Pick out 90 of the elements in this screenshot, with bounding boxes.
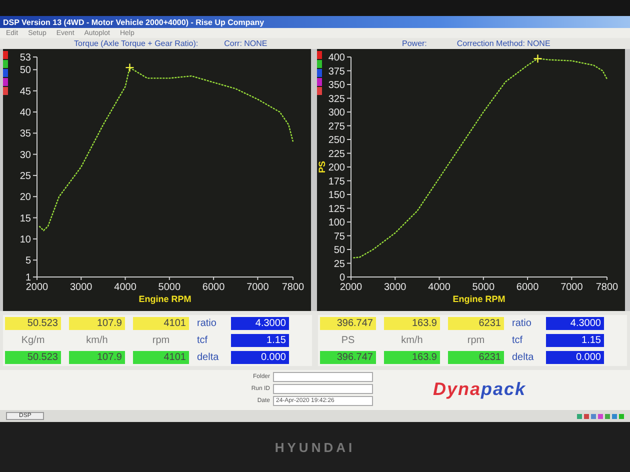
axis-tick-label: 325 bbox=[328, 94, 345, 105]
axis-tick-label: 175 bbox=[328, 176, 345, 188]
value-field: 6231 bbox=[448, 350, 504, 364]
value-field: 396.747 bbox=[320, 350, 376, 364]
axis-tick-label: 20 bbox=[20, 192, 31, 204]
axis-tick-label: 25 bbox=[334, 258, 345, 270]
cursor-crosshair bbox=[533, 54, 542, 64]
axis-tick-label: 150 bbox=[328, 190, 345, 201]
axis-tick-label: 2000 bbox=[26, 282, 48, 293]
chart-heading: Torque (Axle Torque + Gear Ratio): bbox=[74, 39, 198, 48]
axis-tick-label: 0 bbox=[339, 272, 345, 284]
axis-tick-label: 200 bbox=[328, 162, 345, 174]
axis-tick-label: 5 bbox=[25, 256, 31, 267]
axis-tick-label: 225 bbox=[328, 148, 345, 160]
axis-tick-label: 50 bbox=[20, 65, 31, 76]
brand-logo: Dynapack bbox=[433, 378, 526, 400]
axis-tick-label: 7800 bbox=[282, 282, 304, 293]
axis-tick-label: 6000 bbox=[202, 282, 225, 293]
unit-label: Kg/m bbox=[20, 334, 46, 346]
unit-label: km/h bbox=[85, 334, 109, 346]
param-label: delta bbox=[197, 352, 220, 363]
system-tray-icon[interactable] bbox=[577, 414, 624, 418]
cursor-crosshair bbox=[125, 62, 134, 72]
legend-swatch-drawing bbox=[3, 51, 8, 95]
param-label: tcf bbox=[197, 335, 209, 346]
axis-tick-label: 45 bbox=[20, 86, 31, 98]
correction-label: Corr: NONE bbox=[224, 39, 268, 48]
axis-tick-label: 40 bbox=[20, 108, 31, 118]
axis-tick-label: 400 bbox=[328, 52, 345, 64]
axis-tick-label: 15 bbox=[20, 213, 31, 224]
param-field: 1.15 bbox=[231, 334, 289, 347]
axis-tick-label: 350 bbox=[328, 80, 345, 91]
axis-title: Engine RPM bbox=[138, 294, 192, 304]
value-field: 163.9 bbox=[384, 317, 440, 330]
axis-tick-label: 35 bbox=[20, 128, 31, 140]
unit-label: rpm bbox=[466, 334, 486, 346]
axis-tick-label: 7000 bbox=[560, 282, 583, 293]
axis-tick-label: 10 bbox=[20, 234, 31, 246]
window-title: DSP Version 13 (4WD - Motor Vehicle 2000+4000) - Rise Up Company bbox=[3, 18, 264, 26]
value-field: 396.747 bbox=[320, 317, 376, 330]
unit-label: PS bbox=[340, 334, 356, 346]
param-label: ratio bbox=[197, 318, 218, 329]
value-field: 50.523 bbox=[5, 317, 61, 330]
axis-tick-label: 2000 bbox=[340, 282, 362, 293]
monitor-brand: HYUNDAI bbox=[274, 440, 356, 454]
axis-tick-label: 3000 bbox=[384, 282, 406, 293]
param-field: 0.000 bbox=[546, 351, 604, 364]
axis-tick-label: 75 bbox=[334, 231, 345, 242]
param-label: delta bbox=[512, 352, 535, 363]
value-field: 107.9 bbox=[69, 317, 125, 330]
unit-label: km/h bbox=[400, 334, 424, 346]
text-field[interactable] bbox=[273, 372, 373, 382]
axis-tick-label: 50 bbox=[334, 245, 345, 256]
text-field[interactable] bbox=[273, 384, 373, 394]
axis-tick-label: 375 bbox=[328, 66, 345, 78]
unit-label: rpm bbox=[151, 334, 171, 346]
param-field: 4.3000 bbox=[546, 317, 604, 330]
axis-tick-label: 250 bbox=[328, 135, 345, 146]
axis-title: PS bbox=[317, 161, 327, 173]
axis-tick-label: 30 bbox=[20, 150, 31, 161]
axis-tick-label: 4000 bbox=[114, 282, 136, 293]
param-field: 4.3000 bbox=[231, 317, 289, 330]
axis-tick-label: 100 bbox=[328, 218, 345, 228]
axis-tick-label: 275 bbox=[328, 121, 345, 132]
axis-tick-label: 7000 bbox=[246, 282, 269, 293]
param-label: tcf bbox=[512, 335, 524, 346]
legend-swatch-drawing bbox=[317, 51, 322, 95]
axis-tick-label: 3000 bbox=[70, 282, 92, 293]
value-field: 4101 bbox=[133, 350, 189, 364]
axis-tick-label: 6000 bbox=[516, 282, 539, 293]
axis-tick-label: 5000 bbox=[472, 282, 495, 293]
param-label: ratio bbox=[512, 318, 532, 329]
value-field: 50.523 bbox=[5, 350, 61, 364]
axis-title: Engine RPM bbox=[452, 294, 506, 304]
value-field: 6231 bbox=[448, 317, 504, 330]
param-field: 1.15 bbox=[546, 334, 604, 347]
axis-tick-label: 5000 bbox=[158, 282, 181, 293]
chart-heading: Power: bbox=[402, 39, 427, 48]
axis-tick-label: 25 bbox=[20, 170, 31, 182]
correction-label: Correction Method: NONE bbox=[456, 39, 550, 48]
param-field: 0.000 bbox=[231, 351, 289, 364]
axis-tick-label: 53 bbox=[20, 52, 31, 64]
axis-tick-label: 300 bbox=[328, 108, 345, 118]
axis-tick-label: 1 bbox=[25, 272, 31, 284]
axis-tick-label: 125 bbox=[328, 204, 345, 215]
axis-tick-label: 7800 bbox=[596, 282, 618, 293]
axis-tick-label: 4000 bbox=[428, 282, 450, 293]
value-field: 107.9 bbox=[69, 350, 125, 364]
value-field: 4101 bbox=[133, 317, 189, 330]
value-field: 163.9 bbox=[384, 350, 440, 364]
